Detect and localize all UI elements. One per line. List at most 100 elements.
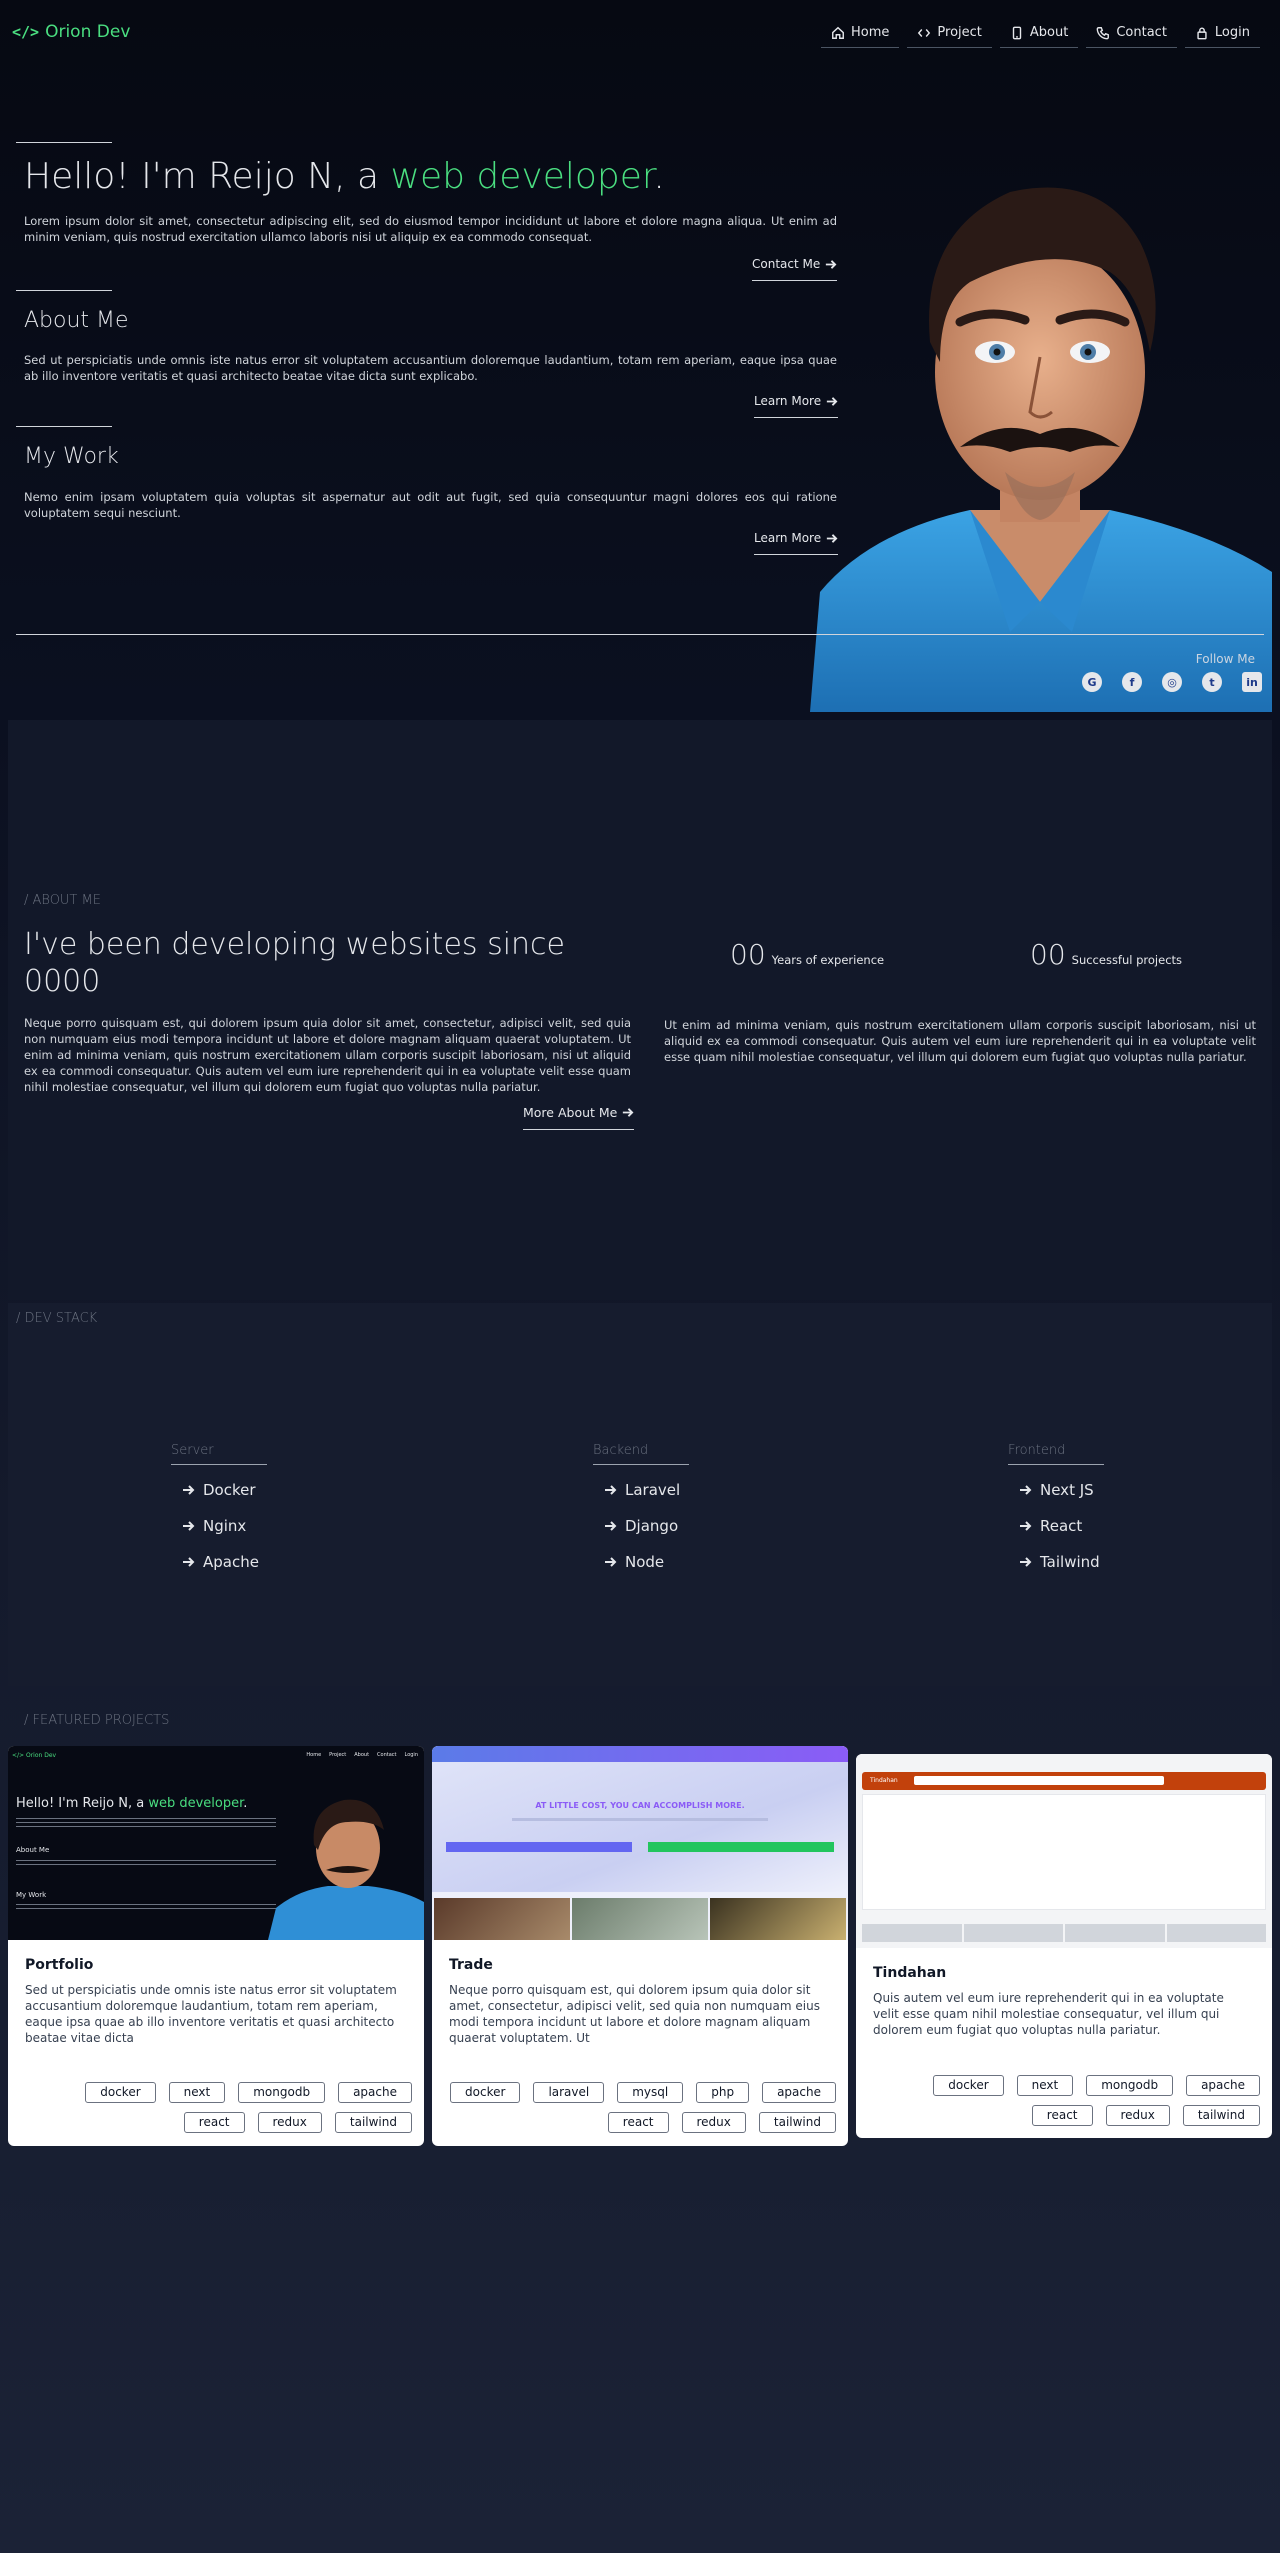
thumb-image-1 bbox=[434, 1898, 570, 1940]
google-icon[interactable]: G bbox=[1082, 672, 1102, 692]
nav-login-link[interactable]: Login bbox=[1184, 18, 1260, 48]
hero-divider bbox=[16, 142, 112, 143]
tag-docker[interactable]: docker bbox=[85, 2082, 156, 2103]
developer-portrait bbox=[810, 172, 1272, 712]
tag-mongodb[interactable]: mongodb bbox=[238, 2082, 326, 2103]
tag-redux[interactable]: redux bbox=[257, 2112, 322, 2133]
about-divider bbox=[16, 290, 112, 291]
arrow-right-icon bbox=[1020, 1521, 1032, 1531]
stack-item-node: Node bbox=[603, 1551, 793, 1573]
arrow-right-icon bbox=[183, 1485, 195, 1495]
arrow-right-icon bbox=[1020, 1485, 1032, 1495]
project-thumbnail-trade: AT LITTLE COST, YOU CAN ACCOMPLISH MORE. bbox=[432, 1746, 848, 1940]
tag-apache[interactable]: apache bbox=[1186, 2075, 1260, 2096]
tag-docker[interactable]: docker bbox=[933, 2075, 1004, 2096]
nav-contact-link[interactable]: Contact bbox=[1086, 18, 1177, 48]
my-work-text: Nemo enim ipsam voluptatem quia voluptas… bbox=[24, 490, 837, 520]
arrow-right-icon bbox=[1020, 1557, 1032, 1567]
home-icon bbox=[832, 26, 844, 39]
stack-item-label: Next JS bbox=[1040, 1481, 1094, 1499]
stat-successful-projects: 00 Successful projects bbox=[1030, 938, 1182, 971]
nav-home-link[interactable]: Home bbox=[821, 18, 900, 48]
thumb-role: web developer bbox=[148, 1796, 244, 1811]
tag-react[interactable]: react bbox=[607, 2112, 669, 2133]
thumb-work-title: My Work bbox=[16, 1891, 47, 1899]
stack-item-django: Django bbox=[603, 1515, 793, 1537]
project-description: Sed ut perspiciatis unde omnis iste natu… bbox=[25, 1983, 397, 2045]
thumb-button-primary bbox=[446, 1842, 632, 1852]
more-about-me-button[interactable]: More About Me bbox=[523, 1105, 635, 1130]
thumb-product-row bbox=[862, 1924, 1266, 1942]
arrow-right-icon bbox=[605, 1521, 617, 1531]
tag-php[interactable]: php bbox=[696, 2082, 750, 2103]
stack-column-backend: Backend Laravel Django Node bbox=[593, 1443, 793, 1573]
instagram-icon[interactable]: ◎ bbox=[1162, 672, 1182, 692]
tag-react[interactable]: react bbox=[1031, 2105, 1093, 2126]
nav-about-link[interactable]: About bbox=[999, 18, 1079, 48]
about-text: Neque porro quisquam est, qui dolorem ip… bbox=[24, 1016, 631, 1094]
tag-redux[interactable]: redux bbox=[681, 2112, 746, 2133]
hero-role: web developer bbox=[390, 156, 654, 197]
tag-redux[interactable]: redux bbox=[1105, 2105, 1170, 2126]
stack-item-label: React bbox=[1040, 1517, 1083, 1535]
brand-name: Orion Dev bbox=[45, 22, 131, 42]
follow-me-label: Follow Me bbox=[1195, 652, 1255, 666]
project-thumbnail-portfolio: </> Orion Dev Home Project About Contact… bbox=[8, 1746, 424, 1940]
stack-column-server: Server Docker Nginx Apache bbox=[171, 1443, 371, 1573]
tag-react[interactable]: react bbox=[183, 2112, 245, 2133]
tag-tailwind[interactable]: tailwind bbox=[334, 2112, 412, 2133]
brand-logo[interactable]: </> Orion Dev bbox=[12, 22, 130, 42]
thumb-nav-item: Home bbox=[306, 1752, 322, 1758]
tag-mysql[interactable]: mysql bbox=[617, 2082, 684, 2103]
arrow-right-icon bbox=[183, 1557, 195, 1567]
stat-years-label: Years of experience bbox=[771, 953, 885, 967]
thumb-content bbox=[862, 1794, 1266, 1910]
work-divider bbox=[16, 426, 112, 427]
stack-item-label: Apache bbox=[203, 1553, 259, 1571]
stack-item-label: Docker bbox=[203, 1481, 256, 1499]
nav-home-label: Home bbox=[851, 25, 890, 40]
project-card-tindahan[interactable]: Tindahan Tindahan Quis autem vel eum iur… bbox=[856, 1754, 1272, 2138]
project-thumbnail-tindahan: Tindahan bbox=[856, 1754, 1272, 1948]
linkedin-icon[interactable]: in bbox=[1242, 672, 1262, 692]
nav-about-label: About bbox=[1029, 25, 1069, 40]
tag-mongodb[interactable]: mongodb bbox=[1086, 2075, 1174, 2096]
project-tags: docker laravel mysql php apache react re… bbox=[446, 2082, 836, 2133]
thumb-about-title: About Me bbox=[16, 1846, 50, 1854]
tag-tailwind[interactable]: tailwind bbox=[758, 2112, 836, 2133]
tag-apache[interactable]: apache bbox=[338, 2082, 412, 2103]
project-title: Portfolio bbox=[25, 1957, 94, 1973]
twitter-icon[interactable]: t bbox=[1202, 672, 1222, 692]
stack-item-laravel: Laravel bbox=[603, 1479, 793, 1501]
arrow-right-icon bbox=[605, 1557, 617, 1567]
tag-apache[interactable]: apache bbox=[762, 2082, 836, 2103]
stack-item-react: React bbox=[1018, 1515, 1208, 1537]
facebook-icon[interactable]: f bbox=[1122, 672, 1142, 692]
hero-greeting: Hello! I'm Reijo N, a bbox=[24, 156, 391, 197]
stat-years-value: 00 bbox=[730, 938, 766, 971]
project-description: Quis autem vel eum iure reprehenderit qu… bbox=[873, 1991, 1224, 2037]
project-card-trade[interactable]: AT LITTLE COST, YOU CAN ACCOMPLISH MORE.… bbox=[432, 1746, 848, 2146]
stack-item-label: Tailwind bbox=[1040, 1553, 1100, 1571]
nav-project-label: Project bbox=[937, 25, 982, 40]
hero-period: . bbox=[653, 156, 665, 197]
nav-contact-label: Contact bbox=[1116, 25, 1167, 40]
thumb-text-lines bbox=[16, 1818, 276, 1828]
thumb-nav-item: About bbox=[354, 1752, 370, 1758]
project-card-portfolio[interactable]: </> Orion Dev Home Project About Contact… bbox=[8, 1746, 424, 2146]
project-tags: docker next mongodb apache react redux t… bbox=[22, 2082, 412, 2133]
nav-project-link[interactable]: Project bbox=[907, 18, 992, 48]
stack-frontend-title: Frontend bbox=[1008, 1443, 1104, 1465]
phone-device-icon bbox=[1012, 26, 1022, 39]
tag-next[interactable]: next bbox=[1016, 2075, 1074, 2096]
thumb-subline bbox=[512, 1818, 768, 1821]
thumb-brand: </> Orion Dev bbox=[12, 1752, 57, 1759]
featured-projects-tag: / FEATURED PROJECTS bbox=[24, 1713, 170, 1728]
tag-laravel[interactable]: laravel bbox=[533, 2082, 605, 2103]
tag-tailwind[interactable]: tailwind bbox=[1182, 2105, 1260, 2126]
tag-docker[interactable]: docker bbox=[450, 2082, 521, 2103]
code-brackets-icon: </> bbox=[12, 23, 40, 41]
stack-item-label: Laravel bbox=[625, 1481, 681, 1499]
thumb-greeting: Hello! I'm Reijo N, a bbox=[16, 1796, 149, 1811]
tag-next[interactable]: next bbox=[168, 2082, 226, 2103]
